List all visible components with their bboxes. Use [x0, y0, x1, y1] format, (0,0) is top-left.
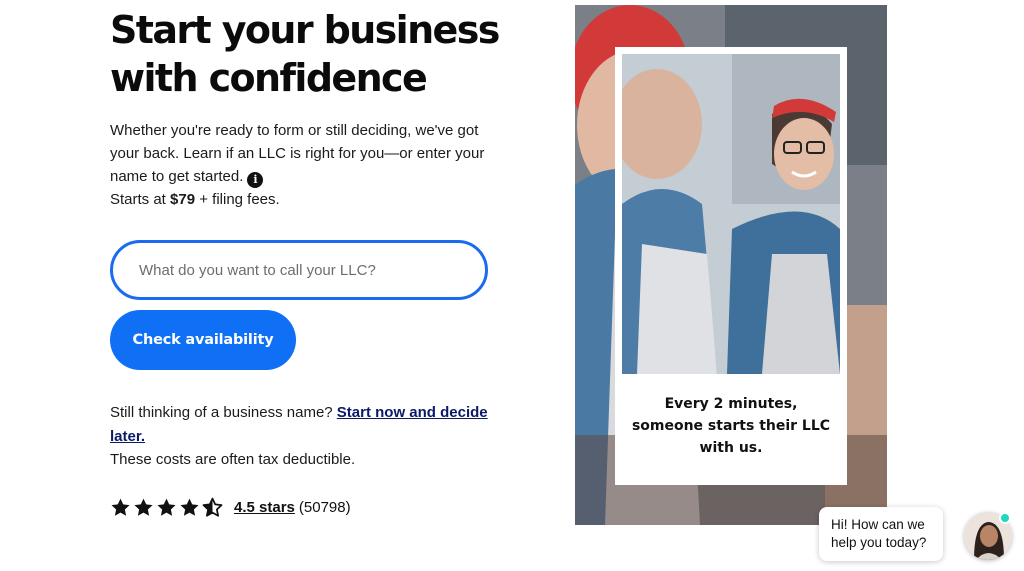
headline-line-1: Start your business [110, 8, 500, 52]
stars-link[interactable]: 4.5 stars [234, 499, 295, 516]
price-line: Starts at $79 + filing fees. [110, 188, 490, 211]
review-count: (50798) [298, 498, 351, 516]
chef-photo [622, 54, 840, 374]
caption-line-2: someone starts their LLC [631, 418, 831, 434]
info-icon[interactable]: i [247, 172, 264, 188]
chefs-illustration [622, 54, 840, 374]
price-suffix: + filing fees. [195, 191, 280, 208]
price-value: $79 [170, 191, 196, 208]
rating-row: 4.5 stars (50798) [110, 494, 351, 520]
photo-card: Every 2 minutes, someone starts their LL… [615, 47, 847, 485]
promo-caption: Every 2 minutes, someone starts their LL… [615, 393, 847, 459]
chat-line-1: Hi! How can we [831, 517, 925, 532]
star-full-icon [180, 498, 199, 516]
page-title: Start your business with confidence [110, 6, 510, 102]
intro-block: Whether you're ready to form or still de… [110, 119, 490, 211]
chat-greeting-bubble[interactable]: Hi! How can we help you today? [819, 507, 943, 561]
thinking-text: Still thinking of a business name? [110, 404, 337, 421]
caption-line-3: with us. [699, 440, 763, 456]
hero-photo: Every 2 minutes, someone starts their LL… [575, 5, 887, 525]
star-half-icon [202, 497, 223, 517]
star-rating [110, 497, 223, 518]
caption-line-1: Every 2 minutes, [664, 396, 798, 412]
business-name-helper: Still thinking of a business name? Start… [110, 401, 490, 472]
online-status-dot [999, 512, 1011, 524]
price-prefix: Starts at [110, 191, 171, 208]
intro-text: Whether you're ready to form or still de… [110, 122, 485, 185]
star-full-icon [134, 498, 153, 516]
llc-name-input[interactable] [110, 240, 488, 300]
headline-line-2: with confidence [110, 56, 428, 100]
star-full-icon [157, 498, 176, 516]
tax-note: These costs are often tax deductible. [110, 451, 356, 468]
chat-line-2: help you today? [831, 535, 927, 550]
check-availability-button[interactable]: Check availability [110, 310, 296, 370]
star-full-icon [111, 498, 130, 516]
